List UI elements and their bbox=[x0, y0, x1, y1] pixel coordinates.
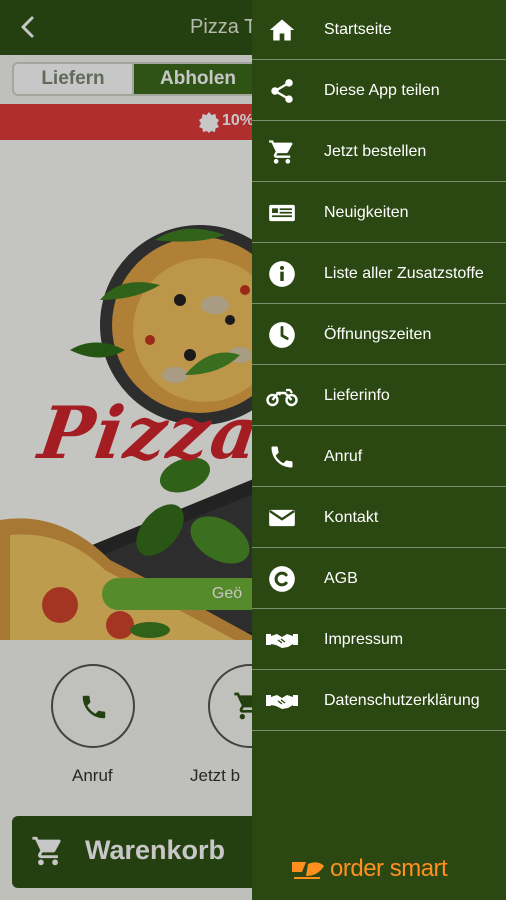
home-icon bbox=[269, 19, 295, 41]
menu-item-share[interactable]: Diese App teilen bbox=[252, 61, 506, 121]
cart-icon bbox=[269, 140, 293, 164]
handshake-icon bbox=[266, 695, 298, 709]
order-smart-logo-icon bbox=[292, 862, 324, 879]
menu-item-startseite[interactable]: Startseite bbox=[252, 0, 506, 60]
menu-item-label: Impressum bbox=[324, 631, 404, 648]
phone-icon bbox=[271, 446, 293, 468]
menu-item-opening-hours[interactable]: Öffnungszeiten bbox=[252, 305, 506, 365]
menu-item-news[interactable]: Neuigkeiten bbox=[252, 183, 506, 243]
menu-item-label: Öffnungszeiten bbox=[324, 326, 432, 343]
handshake-icon bbox=[266, 634, 298, 648]
copyright-icon bbox=[269, 566, 295, 592]
menu-item-call[interactable]: Anruf bbox=[252, 427, 506, 487]
clock-icon bbox=[269, 322, 295, 348]
brand-name: order smart bbox=[330, 855, 448, 882]
menu-item-label: Diese App teilen bbox=[324, 82, 440, 99]
menu-item-label: Startseite bbox=[324, 21, 392, 38]
menu-item-label: AGB bbox=[324, 570, 358, 587]
menu-item-label: Liste aller Zusatzstoffe bbox=[324, 265, 484, 282]
menu-item-delivery-info[interactable]: Lieferinfo bbox=[252, 366, 506, 426]
motorcycle-icon bbox=[266, 388, 298, 407]
menu-item-terms[interactable]: AGB bbox=[252, 549, 506, 609]
menu-item-label: Anruf bbox=[324, 448, 363, 465]
info-icon bbox=[269, 261, 295, 287]
menu-item-imprint[interactable]: Impressum bbox=[252, 610, 506, 670]
envelope-icon bbox=[269, 509, 295, 527]
menu-item-contact[interactable]: Kontakt bbox=[252, 488, 506, 548]
menu-item-label: Datenschutzerklärung bbox=[324, 692, 480, 709]
menu-item-label: Kontakt bbox=[324, 509, 379, 526]
menu-item-label: Lieferinfo bbox=[324, 387, 390, 404]
share-icon bbox=[271, 79, 293, 103]
menu-item-privacy[interactable]: Datenschutzerklärung bbox=[252, 671, 506, 731]
newspaper-icon bbox=[269, 204, 295, 222]
navigation-drawer: Startseite Diese App teilen Jetzt bestel… bbox=[252, 0, 506, 900]
menu-item-order[interactable]: Jetzt bestellen bbox=[252, 122, 506, 182]
menu-item-label: Jetzt bestellen bbox=[324, 143, 427, 160]
menu-item-additives[interactable]: Liste aller Zusatzstoffe bbox=[252, 244, 506, 304]
menu-item-label: Neuigkeiten bbox=[324, 204, 409, 221]
